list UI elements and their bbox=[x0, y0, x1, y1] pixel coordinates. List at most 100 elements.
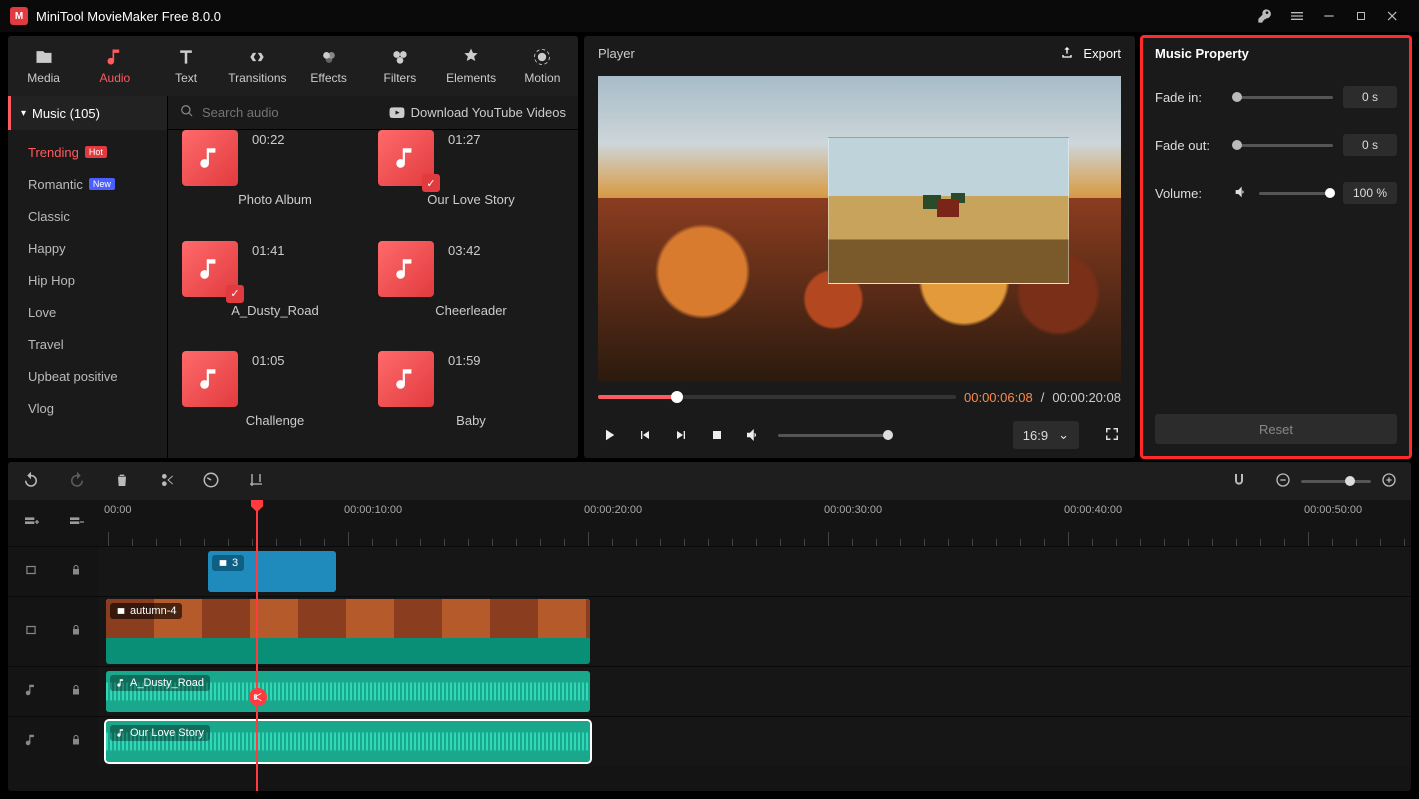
sidebar-item-trending[interactable]: TrendingHot bbox=[28, 136, 167, 168]
nav-motion[interactable]: Motion bbox=[507, 36, 578, 96]
nav-text-label: Text bbox=[175, 71, 197, 85]
minimize-icon[interactable] bbox=[1313, 2, 1345, 30]
audio-item[interactable]: 00:22Photo Album bbox=[182, 130, 368, 237]
sidebar-item-hip-hop[interactable]: Hip Hop bbox=[28, 264, 167, 296]
ruler-label: 00:00:30:00 bbox=[824, 504, 882, 516]
music-icon bbox=[378, 241, 434, 297]
sidebar-item-romantic[interactable]: RomanticNew bbox=[28, 168, 167, 200]
lock-icon[interactable] bbox=[70, 734, 82, 749]
delete-button[interactable] bbox=[114, 472, 130, 491]
next-frame-button[interactable] bbox=[670, 427, 692, 443]
playback-seek-bar[interactable] bbox=[598, 395, 956, 399]
volume-icon bbox=[1233, 184, 1249, 203]
video-track-icon bbox=[24, 563, 38, 580]
sidebar-item-travel[interactable]: Travel bbox=[28, 328, 167, 360]
sidebar-item-love[interactable]: Love bbox=[28, 296, 167, 328]
library-search-bar: Download YouTube Videos bbox=[168, 96, 578, 130]
audio-duration: 01:59 bbox=[448, 353, 481, 368]
sidebar-item-vlog[interactable]: Vlog bbox=[28, 392, 167, 424]
close-icon[interactable] bbox=[1377, 2, 1409, 30]
lock-icon[interactable] bbox=[70, 624, 82, 639]
nav-text[interactable]: Text bbox=[151, 36, 222, 96]
nav-elements[interactable]: Elements bbox=[436, 36, 507, 96]
prev-frame-button[interactable] bbox=[634, 427, 656, 443]
nav-media[interactable]: Media bbox=[8, 36, 79, 96]
audio-item[interactable]: 01:05Challenge bbox=[182, 351, 368, 458]
sidebar-item-classic[interactable]: Classic bbox=[28, 200, 167, 232]
add-track-button[interactable] bbox=[23, 514, 39, 533]
sidebar-item-happy[interactable]: Happy bbox=[28, 232, 167, 264]
play-button[interactable] bbox=[598, 426, 620, 444]
aspect-ratio-select[interactable]: 16:9⌄ bbox=[1013, 421, 1079, 449]
fade-in-value[interactable]: 0 s bbox=[1343, 86, 1397, 108]
track-video: autumn-4 bbox=[8, 596, 1411, 666]
property-title: Music Property bbox=[1141, 36, 1411, 70]
audio-name: Cheerleader bbox=[435, 303, 507, 318]
download-youtube-link[interactable]: Download YouTube Videos bbox=[389, 105, 566, 121]
library-nav: Media Audio Text Transitions Effects Fil… bbox=[8, 36, 578, 96]
undo-button[interactable] bbox=[22, 471, 40, 492]
sidebar-item-upbeat-positive[interactable]: Upbeat positive bbox=[28, 360, 167, 392]
ruler-label: 00:00:20:00 bbox=[584, 504, 642, 516]
nav-effects[interactable]: Effects bbox=[293, 36, 364, 96]
audio-item[interactable]: ✓01:27Our Love Story bbox=[378, 130, 564, 237]
audio-item[interactable]: 03:42Cheerleader bbox=[378, 241, 564, 348]
audio-name: Baby bbox=[456, 413, 486, 428]
music-icon bbox=[182, 351, 238, 407]
ruler-label: 00:00:40:00 bbox=[1064, 504, 1122, 516]
upgrade-key-icon[interactable] bbox=[1249, 2, 1281, 30]
volume-slider[interactable] bbox=[778, 434, 888, 437]
fade-out-value[interactable]: 0 s bbox=[1343, 134, 1397, 156]
sidebar-header[interactable]: ▾Music (105) bbox=[8, 96, 167, 130]
property-volume-value[interactable]: 100 % bbox=[1343, 182, 1397, 204]
audio-track-icon bbox=[24, 683, 38, 700]
fullscreen-button[interactable] bbox=[1103, 425, 1121, 446]
zoom-in-button[interactable] bbox=[1381, 472, 1397, 491]
volume-icon[interactable] bbox=[742, 426, 764, 444]
maximize-icon[interactable] bbox=[1345, 2, 1377, 30]
remove-track-button[interactable] bbox=[68, 514, 84, 533]
split-button[interactable] bbox=[158, 472, 174, 491]
fade-in-slider[interactable] bbox=[1233, 96, 1333, 99]
playhead[interactable] bbox=[256, 500, 258, 791]
fade-out-slider[interactable] bbox=[1233, 144, 1333, 147]
chevron-down-icon: ⌄ bbox=[1058, 427, 1069, 443]
video-clip[interactable]: autumn-4 bbox=[106, 599, 590, 664]
crop-button[interactable] bbox=[248, 472, 264, 491]
stop-button[interactable] bbox=[706, 427, 728, 443]
reset-button[interactable]: Reset bbox=[1155, 414, 1397, 444]
audio-name: Photo Album bbox=[238, 192, 312, 207]
menu-icon[interactable] bbox=[1281, 2, 1313, 30]
player-title: Player bbox=[598, 46, 635, 61]
audio-item[interactable]: 01:59 Baby bbox=[378, 351, 564, 458]
music-icon: ✓ bbox=[182, 241, 238, 297]
lock-icon[interactable] bbox=[70, 684, 82, 699]
library-panel: Media Audio Text Transitions Effects Fil… bbox=[8, 36, 578, 458]
nav-audio[interactable]: Audio bbox=[79, 36, 150, 96]
audio-clip-2[interactable]: Our Love Story bbox=[106, 721, 590, 762]
nav-transitions[interactable]: Transitions bbox=[222, 36, 293, 96]
audio-duration: 01:27 bbox=[448, 132, 481, 147]
search-input[interactable] bbox=[202, 105, 381, 120]
audio-name: Our Love Story bbox=[427, 192, 514, 207]
audio-item[interactable]: ✓01:41A_Dusty_Road bbox=[182, 241, 368, 348]
speed-button[interactable] bbox=[202, 471, 220, 492]
nav-filters[interactable]: Filters bbox=[364, 36, 435, 96]
check-icon: ✓ bbox=[226, 285, 244, 303]
overlay-clip[interactable]: 3 bbox=[208, 551, 336, 592]
snap-button[interactable] bbox=[1231, 472, 1247, 491]
timeline: 00:0000:00:10:0000:00:20:0000:00:30:0000… bbox=[8, 500, 1411, 791]
player-panel: Player Export 00:00:06:08 / 00:00:20:08 … bbox=[584, 36, 1135, 458]
zoom-out-button[interactable] bbox=[1275, 472, 1291, 491]
redo-button[interactable] bbox=[68, 471, 86, 492]
property-volume-slider[interactable] bbox=[1259, 192, 1333, 195]
lock-icon[interactable] bbox=[70, 564, 82, 579]
zoom-slider[interactable] bbox=[1301, 480, 1371, 483]
export-button[interactable]: Export bbox=[1059, 45, 1121, 61]
audio-duration: 01:41 bbox=[252, 243, 285, 258]
timeline-ruler[interactable]: 00:0000:00:10:0000:00:20:0000:00:30:0000… bbox=[98, 500, 1411, 546]
nav-effects-label: Effects bbox=[310, 71, 346, 85]
preview-viewport[interactable] bbox=[598, 76, 1121, 382]
audio-clip-1[interactable]: A_Dusty_Road bbox=[106, 671, 590, 712]
playhead-split-icon[interactable] bbox=[249, 688, 267, 706]
